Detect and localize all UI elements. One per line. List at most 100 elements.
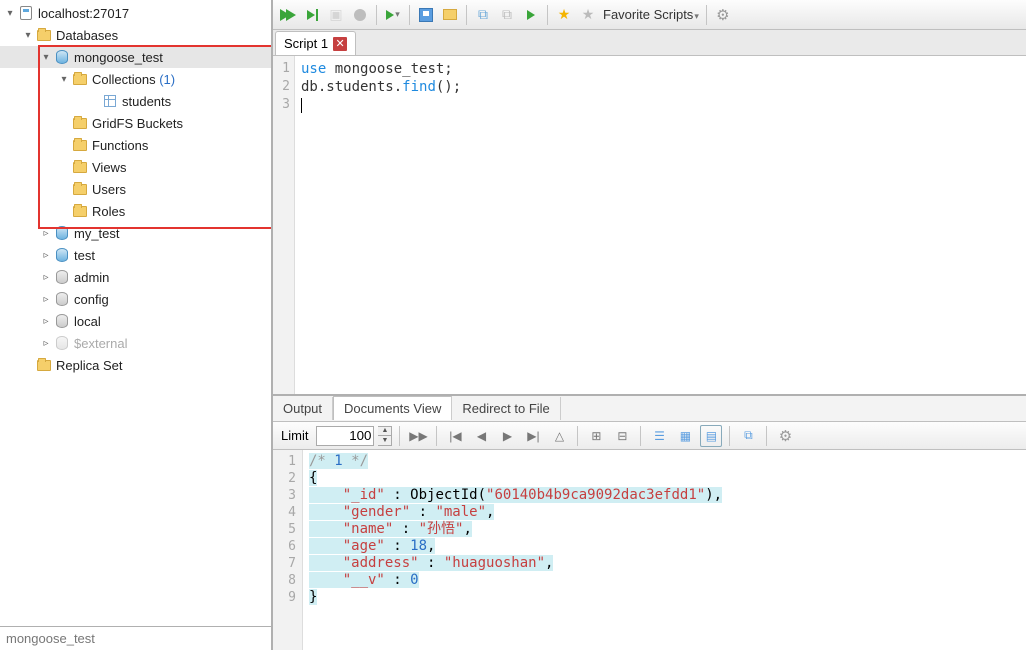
add-icon[interactable]: ⊞: [585, 425, 607, 447]
folder-icon: [72, 115, 88, 131]
chevron-right-icon[interactable]: ▹: [40, 337, 52, 349]
tab-script-1[interactable]: Script 1 ✕: [275, 31, 356, 55]
chevron-right-icon[interactable]: ▹: [40, 227, 52, 239]
brace: }: [309, 589, 317, 605]
tree-db-test[interactable]: ▹ test: [0, 244, 271, 266]
folder-icon: [72, 137, 88, 153]
db-label: mongoose_test: [74, 50, 163, 65]
close-icon[interactable]: ✕: [333, 37, 347, 51]
line-num: 8: [273, 572, 296, 589]
folder-icon: [36, 357, 52, 373]
tree-db-external[interactable]: ▹ $external: [0, 332, 271, 354]
remove-icon[interactable]: ⊟: [611, 425, 633, 447]
json-sep: :: [419, 555, 444, 571]
chevron-down-icon[interactable]: ▾: [4, 7, 16, 19]
json-view-icon[interactable]: ▤: [700, 425, 722, 447]
database-icon: [54, 225, 70, 241]
tree-gridfs[interactable]: GridFS Buckets: [0, 112, 271, 134]
database-icon: [54, 49, 70, 65]
subfolder-label: Views: [92, 160, 126, 175]
chevron-down-icon[interactable]: ▾: [58, 73, 70, 85]
tab-output[interactable]: Output: [273, 397, 333, 420]
db-tree[interactable]: ▾ localhost:27017 ▾ Databases ▾ mongoose…: [0, 0, 271, 626]
db-label: $external: [74, 336, 127, 351]
star-off-icon[interactable]: ★: [577, 4, 599, 26]
separator: [729, 426, 730, 446]
tree-db-mongoose-test[interactable]: ▾ mongoose_test: [0, 46, 271, 68]
paste-button[interactable]: ⧉: [496, 4, 518, 26]
tab-documents-view[interactable]: Documents View: [333, 396, 452, 420]
tree-db-config[interactable]: ▹ config: [0, 288, 271, 310]
line-num: 3: [273, 487, 296, 504]
code-keyword: use: [301, 61, 326, 77]
run-profile-button[interactable]: ▾: [382, 4, 404, 26]
copy-result-icon[interactable]: ⧉: [737, 425, 759, 447]
prev-page-icon[interactable]: ◀: [470, 425, 492, 447]
json-sep: :: [410, 504, 435, 520]
tree-roles[interactable]: Roles: [0, 200, 271, 222]
fast-forward-icon[interactable]: ▶▶: [407, 425, 429, 447]
last-page-icon[interactable]: ▶|: [522, 425, 544, 447]
spin-up-icon[interactable]: ▲: [378, 427, 391, 437]
line-num: 1: [273, 453, 296, 470]
db-label: config: [74, 292, 109, 307]
subfolder-label: Roles: [92, 204, 125, 219]
tree-collections[interactable]: ▾ Collections (1): [0, 68, 271, 90]
limit-label: Limit: [277, 428, 312, 443]
tree-databases[interactable]: ▾ Databases: [0, 24, 271, 46]
table-view-icon[interactable]: ▦: [674, 425, 696, 447]
favorites-dropdown[interactable]: Favorite Scripts▾: [601, 7, 701, 22]
result-viewer[interactable]: 1 2 3 4 5 6 7 8 9 /* 1 */ { "_id" : Obje…: [273, 450, 1026, 650]
stop-button[interactable]: [349, 4, 371, 26]
tree-users[interactable]: Users: [0, 178, 271, 200]
gear-icon[interactable]: ⚙: [774, 425, 796, 447]
tree-replica[interactable]: Replica Set: [0, 354, 271, 376]
result-gutter: 1 2 3 4 5 6 7 8 9: [273, 450, 303, 650]
tree-collection-students[interactable]: · students: [0, 90, 271, 112]
script-tabstrip: Script 1 ✕: [273, 30, 1026, 56]
tree-views[interactable]: Views: [0, 156, 271, 178]
chevron-right-icon[interactable]: ▹: [40, 315, 52, 327]
star-on-icon[interactable]: ★: [553, 4, 575, 26]
table-icon: [102, 93, 118, 109]
run-all-button[interactable]: [277, 4, 299, 26]
tab-redirect[interactable]: Redirect to File: [452, 397, 560, 420]
run-button[interactable]: [301, 4, 323, 26]
code-editor[interactable]: 1 2 3 use mongoose_test; db.students.fin…: [273, 56, 1026, 396]
separator: [766, 426, 767, 446]
tree-db-admin[interactable]: ▹ admin: [0, 266, 271, 288]
json-sep: :: [393, 521, 418, 537]
db-label: admin: [74, 270, 109, 285]
step-button[interactable]: ▣: [325, 4, 347, 26]
separator: [640, 426, 641, 446]
sidebar: ▾ localhost:27017 ▾ Databases ▾ mongoose…: [0, 0, 273, 650]
run-green-button[interactable]: [520, 4, 542, 26]
next-page-icon[interactable]: ▶: [496, 425, 518, 447]
spin-down-icon[interactable]: ▼: [378, 436, 391, 445]
tree-view-icon[interactable]: ☰: [648, 425, 670, 447]
limit-input[interactable]: [316, 426, 374, 446]
chevron-right-icon[interactable]: ▹: [40, 249, 52, 261]
chevron-down-icon[interactable]: ▾: [22, 29, 34, 41]
limit-spinner[interactable]: ▲ ▼: [378, 426, 392, 446]
chevron-right-icon[interactable]: ▹: [40, 271, 52, 283]
editor-code[interactable]: use mongoose_test; db.students.find();: [295, 56, 1026, 394]
save-button[interactable]: [415, 4, 437, 26]
chevron-down-icon[interactable]: ▾: [40, 51, 52, 63]
up-icon[interactable]: △: [548, 425, 570, 447]
first-page-icon[interactable]: |◀: [444, 425, 466, 447]
tree-db-local[interactable]: ▹ local: [0, 310, 271, 332]
json-key: "gender": [343, 504, 410, 520]
tree-functions[interactable]: Functions: [0, 134, 271, 156]
result-code: /* 1 */ { "_id" : ObjectId("60140b4b9ca9…: [303, 450, 728, 650]
db-label: local: [74, 314, 101, 329]
tree-root[interactable]: ▾ localhost:27017: [0, 2, 271, 24]
gear-icon[interactable]: ⚙: [712, 4, 734, 26]
open-button[interactable]: [439, 4, 461, 26]
tree-db-mytest[interactable]: ▹ my_test: [0, 222, 271, 244]
separator: [577, 426, 578, 446]
subfolder-label: GridFS Buckets: [92, 116, 183, 131]
chevron-right-icon[interactable]: ▹: [40, 293, 52, 305]
copy-button[interactable]: ⧉: [472, 4, 494, 26]
limit-toolbar: Limit ▲ ▼ ▶▶ |◀ ◀ ▶ ▶| △ ⊞ ⊟ ☰ ▦ ▤ ⧉ ⚙: [273, 422, 1026, 450]
